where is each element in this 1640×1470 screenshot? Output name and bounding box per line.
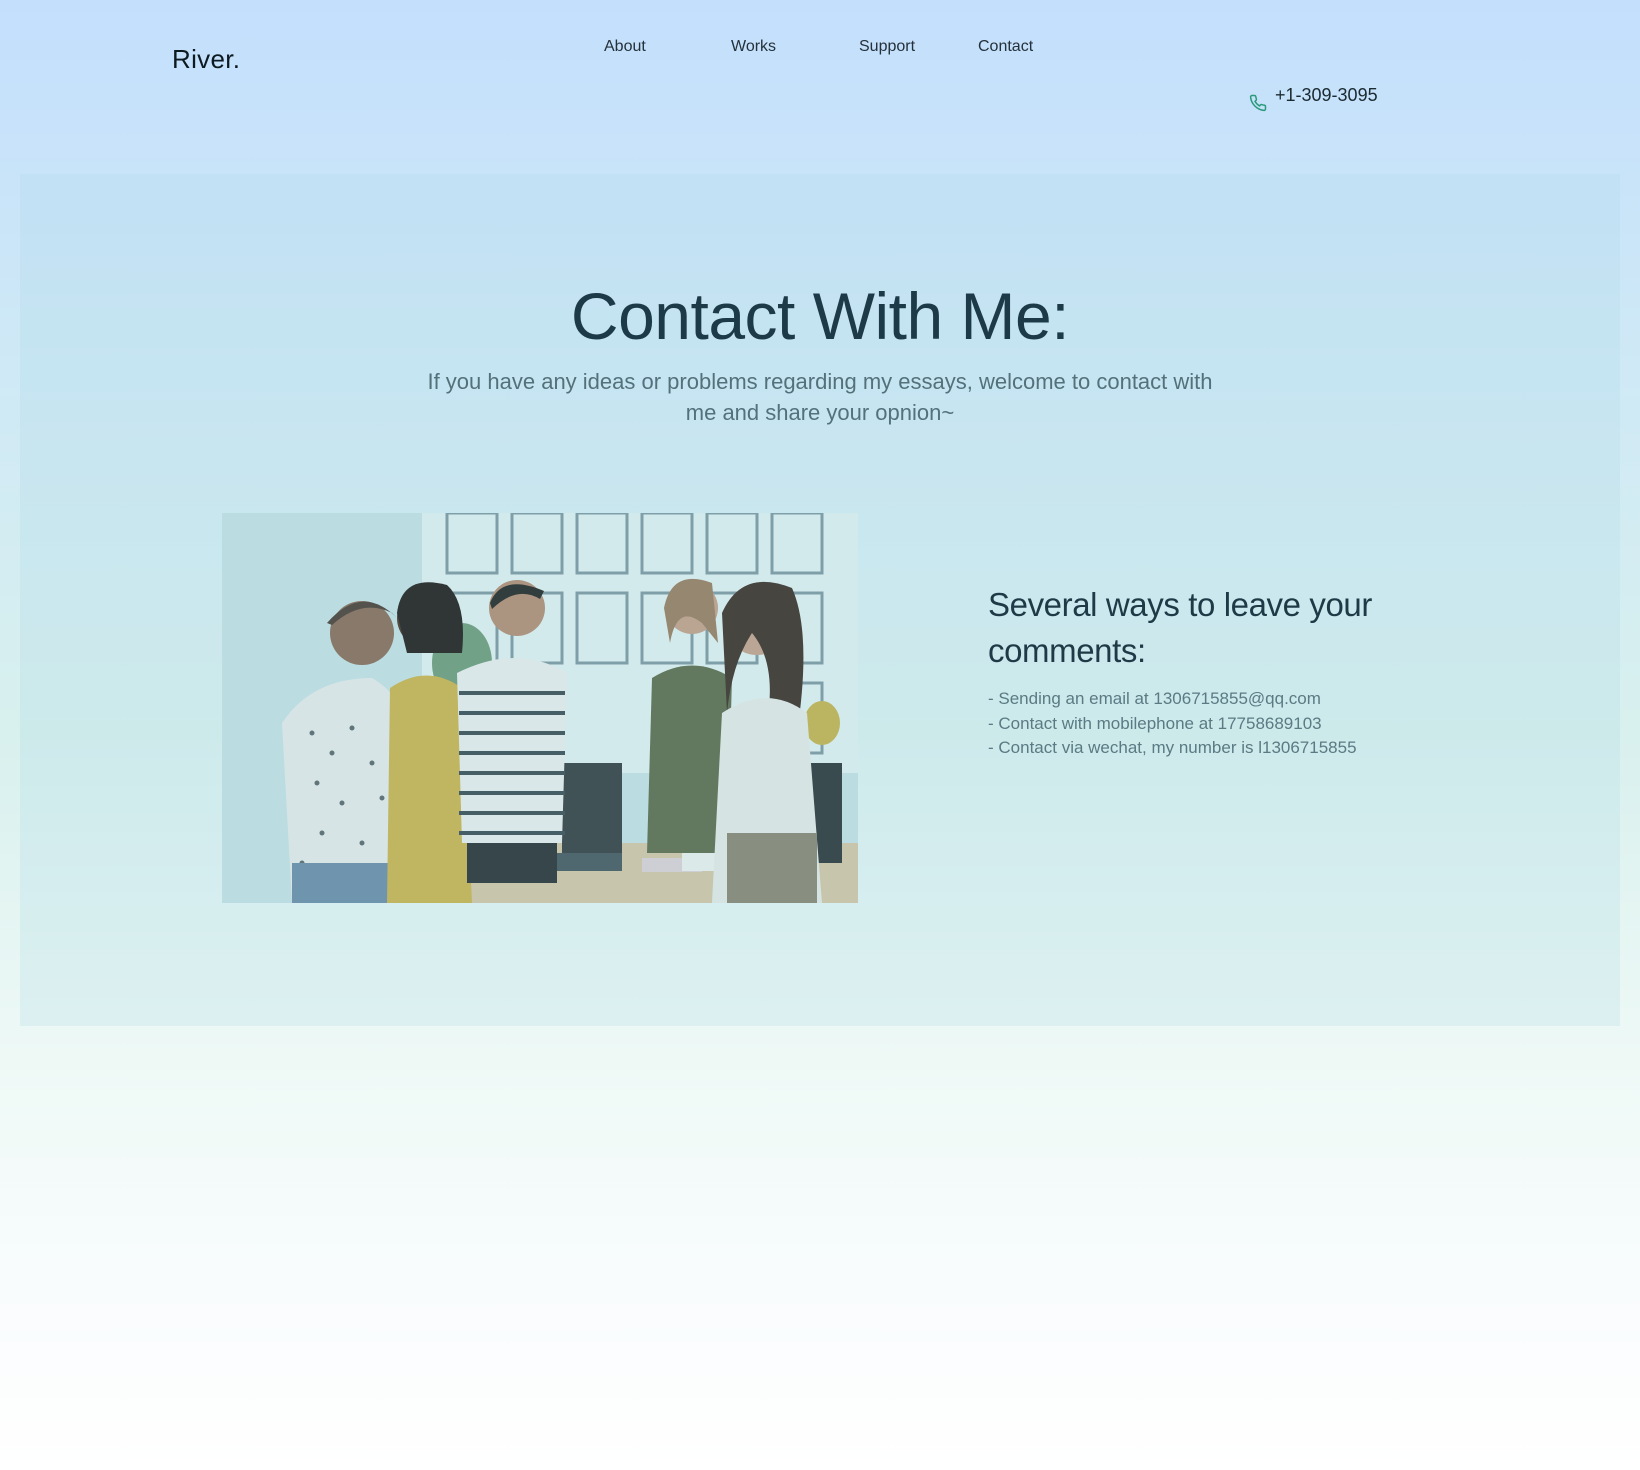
nav-link-works[interactable]: Works [731,38,776,56]
team-meeting-photo [222,513,858,903]
team-meeting-illustration [222,513,858,903]
contact-methods-list: - Sending an email at 1306715855@qq.com … [988,687,1357,761]
nav-link-contact[interactable]: Contact [978,38,1033,56]
contact-method-wechat: - Contact via wechat, my number is l1306… [988,738,1357,757]
contact-method-phone: - Contact with mobilephone at 1775868910… [988,713,1322,733]
page-subtitle: If you have any ideas or problems regard… [427,369,1213,425]
nav-link-about[interactable]: About [604,38,646,56]
phone-number: +1-309-3095 [1275,85,1378,105]
phone-icon [1249,94,1267,112]
contact-method-email: - Sending an email at 1306715855@qq.com [988,689,1321,708]
phone-link[interactable]: +1-309-3095 [1249,85,1378,112]
brand-logo[interactable]: River. [172,44,240,75]
page-title: Contact With Me: [570,279,1070,353]
nav-link-support[interactable]: Support [859,38,915,56]
contact-methods-heading: Several ways to leave your comments: [988,586,1372,669]
